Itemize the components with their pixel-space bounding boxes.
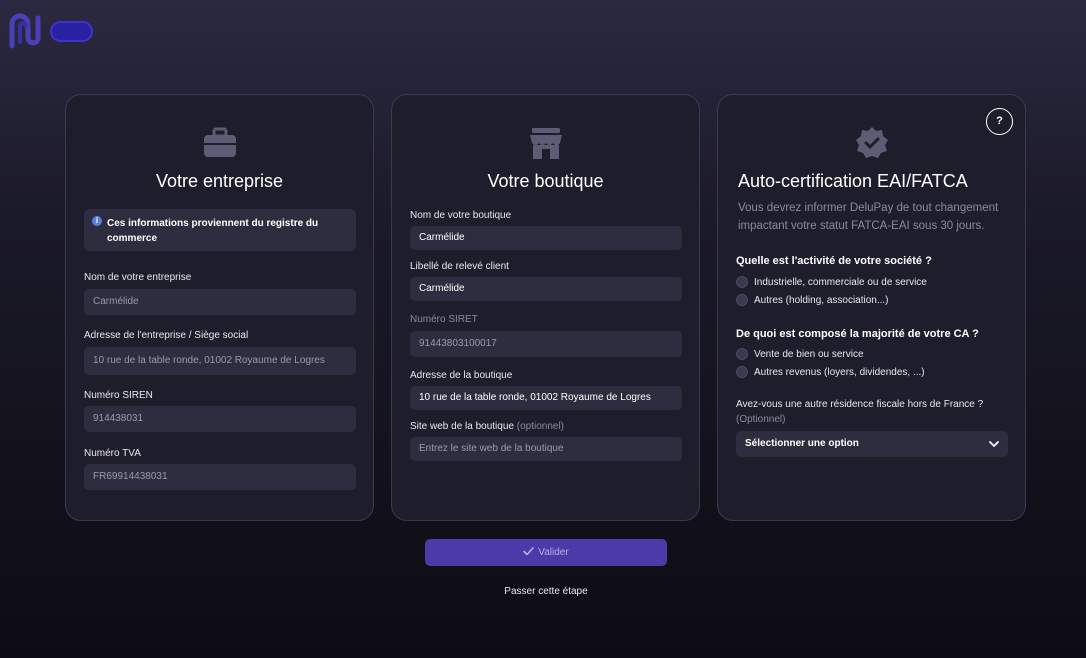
- tva-field[interactable]: FR69914438031: [84, 464, 356, 490]
- validate-button[interactable]: Valider: [425, 539, 667, 566]
- radio-label: Industrielle, commerciale ou de service: [754, 276, 927, 288]
- radio-label: Autres (holding, association...): [754, 294, 889, 306]
- certification-description: Vous devrez informer DeluPay de tout cha…: [738, 202, 999, 232]
- website-label: Site web de la boutique (optionnel): [410, 421, 564, 432]
- top-pill-button[interactable]: [50, 21, 93, 42]
- shop-name-field[interactable]: Carmélide: [410, 226, 682, 250]
- radio-icon[interactable]: [736, 276, 748, 288]
- shop-address-label: Adresse de la boutique: [410, 370, 513, 381]
- info-text: Ces informations proviennent du registre…: [107, 218, 319, 244]
- revenue-option-other[interactable]: Autres revenus (loyers, dividendes, ...): [736, 365, 925, 379]
- select-value: Sélectionner une option: [745, 438, 859, 449]
- siret-label: Numéro SIRET: [410, 314, 478, 325]
- radio-label: Autres revenus (loyers, dividendes, ...): [754, 366, 925, 378]
- validate-label: Valider: [538, 547, 569, 558]
- briefcase-icon: [203, 127, 236, 157]
- revenue-question: De quoi est composé la majorité de votre…: [736, 328, 979, 340]
- chevron-down-icon: [989, 441, 999, 447]
- storefront-icon: [529, 128, 562, 159]
- revenue-option-sales[interactable]: Vente de bien ou service: [736, 347, 864, 361]
- tva-label: Numéro TVA: [84, 448, 141, 459]
- company-address-field[interactable]: 10 rue de la table ronde, 01002 Royaume …: [84, 347, 356, 375]
- company-name-field[interactable]: Carmélide: [84, 289, 356, 315]
- website-optional: (optionnel): [516, 421, 565, 432]
- help-button[interactable]: ?: [986, 108, 1013, 135]
- shop-card: Votre boutique Nom de votre boutique Car…: [391, 94, 700, 521]
- delupay-logo-icon: [9, 13, 41, 49]
- statement-field[interactable]: Carmélide: [410, 277, 682, 301]
- radio-icon[interactable]: [736, 366, 748, 378]
- shop-title: Votre boutique: [487, 171, 604, 191]
- check-icon: [523, 547, 535, 556]
- website-field[interactable]: Entrez le site web de la boutique: [410, 437, 682, 461]
- activity-question: Quelle est l'activité de votre société ?: [736, 255, 932, 267]
- website-label-text: Site web de la boutique: [410, 421, 514, 432]
- company-name-label: Nom de votre entreprise: [84, 272, 192, 283]
- info-box: i Ces informations proviennent du regist…: [84, 209, 356, 251]
- tax-residence-optional: (Optionnel): [736, 414, 786, 425]
- siren-field[interactable]: 914438031: [84, 406, 356, 432]
- company-card: Votre entreprise i Ces informations prov…: [65, 94, 374, 521]
- activity-option-other[interactable]: Autres (holding, association...): [736, 293, 889, 307]
- certification-card: ? Auto-certification EAI/FATCA Vous devr…: [717, 94, 1026, 521]
- tax-residence-select[interactable]: Sélectionner une option: [736, 431, 1008, 457]
- certification-title: Auto-certification EAI/FATCA: [738, 171, 968, 191]
- tax-residence-question: Avez-vous une autre résidence fiscale ho…: [736, 399, 984, 410]
- skip-link[interactable]: Passer cette étape: [425, 586, 667, 597]
- verified-badge-icon: [855, 127, 888, 158]
- statement-label: Libellé de relevé client: [410, 261, 509, 272]
- shop-name-label: Nom de votre boutique: [410, 210, 512, 221]
- shop-address-field[interactable]: 10 rue de la table ronde, 01002 Royaume …: [410, 386, 682, 410]
- company-address-label: Adresse de l'entreprise / Siège social: [84, 330, 249, 341]
- info-icon: i: [92, 216, 102, 226]
- activity-option-industrial[interactable]: Industrielle, commerciale ou de service: [736, 275, 927, 289]
- radio-icon[interactable]: [736, 348, 748, 360]
- radio-icon[interactable]: [736, 294, 748, 306]
- siren-label: Numéro SIREN: [84, 390, 153, 401]
- radio-label: Vente de bien ou service: [754, 348, 864, 360]
- siret-field[interactable]: 91443803100017: [410, 331, 682, 357]
- company-title: Votre entreprise: [155, 171, 284, 191]
